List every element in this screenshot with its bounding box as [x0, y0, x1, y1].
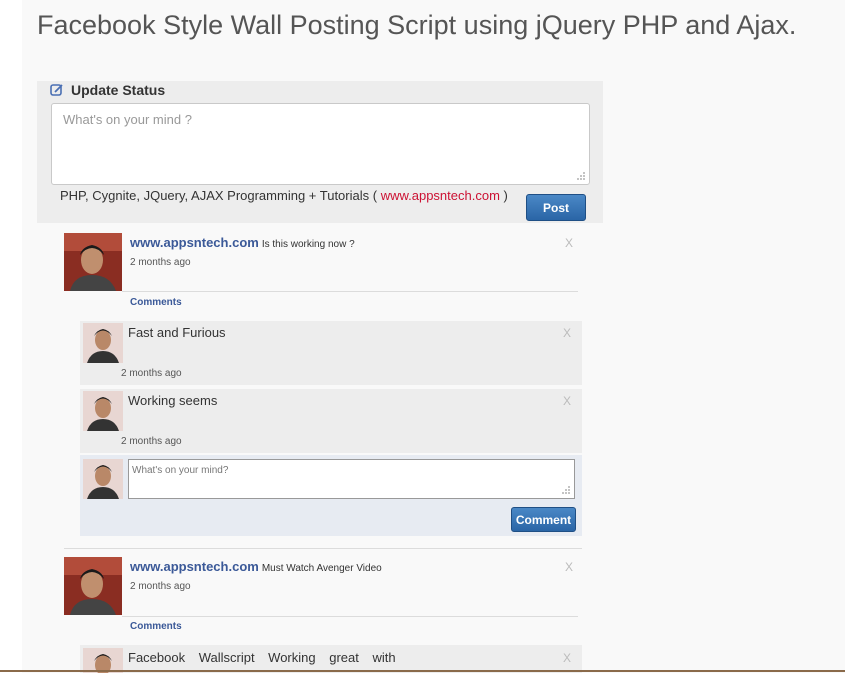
tagline-link[interactable]: www.appsntech.com: [381, 188, 500, 203]
post-message: Must Watch Avenger Video: [261, 563, 382, 574]
comments-link[interactable]: Comments: [130, 297, 182, 308]
comment-avatar-image: [83, 391, 123, 431]
delete-post-button[interactable]: X: [565, 236, 573, 250]
comment-text: Working seems: [128, 393, 218, 408]
status-input-placeholder: What's on your mind ?: [63, 112, 192, 127]
post-message: Is this working now ?: [261, 239, 355, 250]
resize-grip-icon[interactable]: [560, 484, 570, 494]
post-time: 2 months ago: [130, 581, 191, 592]
comment-avatar-image: [83, 323, 123, 363]
comment-text: Facebook Wallscript Working great with: [128, 650, 396, 665]
tagline-suffix: ): [503, 188, 508, 203]
post-author-link[interactable]: www.appsntech.com: [130, 559, 259, 574]
post-author[interactable]: www.appsntech.com Must Watch Avenger Vide…: [130, 559, 382, 574]
comment-button[interactable]: Comment: [511, 507, 576, 532]
divider: [122, 616, 578, 617]
delete-comment-button[interactable]: X: [563, 394, 571, 408]
tagline: PHP, Cygnite, JQuery, AJAX Programming +…: [60, 188, 508, 203]
comment-time: 2 months ago: [121, 368, 182, 379]
comment-text: Fast and Furious: [128, 325, 226, 340]
resize-grip-icon[interactable]: [575, 170, 585, 180]
comment-input[interactable]: What's on your mind?: [128, 459, 575, 499]
comment-time: 2 months ago: [121, 436, 182, 447]
post-author[interactable]: www.appsntech.com Is this working now ?: [130, 235, 355, 250]
reply-avatar-image: [83, 459, 123, 499]
reply-avatar: [83, 459, 123, 499]
divider: [122, 291, 578, 292]
post-author-link[interactable]: www.appsntech.com: [130, 235, 259, 250]
avatar: [64, 557, 122, 615]
comment-avatar: [83, 391, 123, 431]
edit-icon: [50, 84, 63, 96]
comments-link[interactable]: Comments: [130, 621, 182, 632]
delete-post-button[interactable]: X: [565, 560, 573, 574]
bottom-border: [0, 670, 845, 672]
page-title: Facebook Style Wall Posting Script using…: [37, 10, 797, 40]
post-button[interactable]: Post: [526, 194, 586, 221]
comment-input-placeholder: What's on your mind?: [132, 465, 229, 476]
tagline-prefix: PHP, Cygnite, JQuery, AJAX Programming +…: [60, 188, 378, 203]
post-divider: [64, 548, 582, 549]
avatar-image: [64, 233, 122, 291]
delete-comment-button[interactable]: X: [563, 651, 571, 665]
delete-comment-button[interactable]: X: [563, 326, 571, 340]
avatar-image: [64, 557, 122, 615]
post-time: 2 months ago: [130, 257, 191, 268]
avatar: [64, 233, 122, 291]
status-input[interactable]: What's on your mind ?: [51, 103, 590, 185]
update-status-header: Update Status: [50, 82, 165, 98]
update-status-label: Update Status: [71, 82, 166, 98]
comment-avatar: [83, 323, 123, 363]
